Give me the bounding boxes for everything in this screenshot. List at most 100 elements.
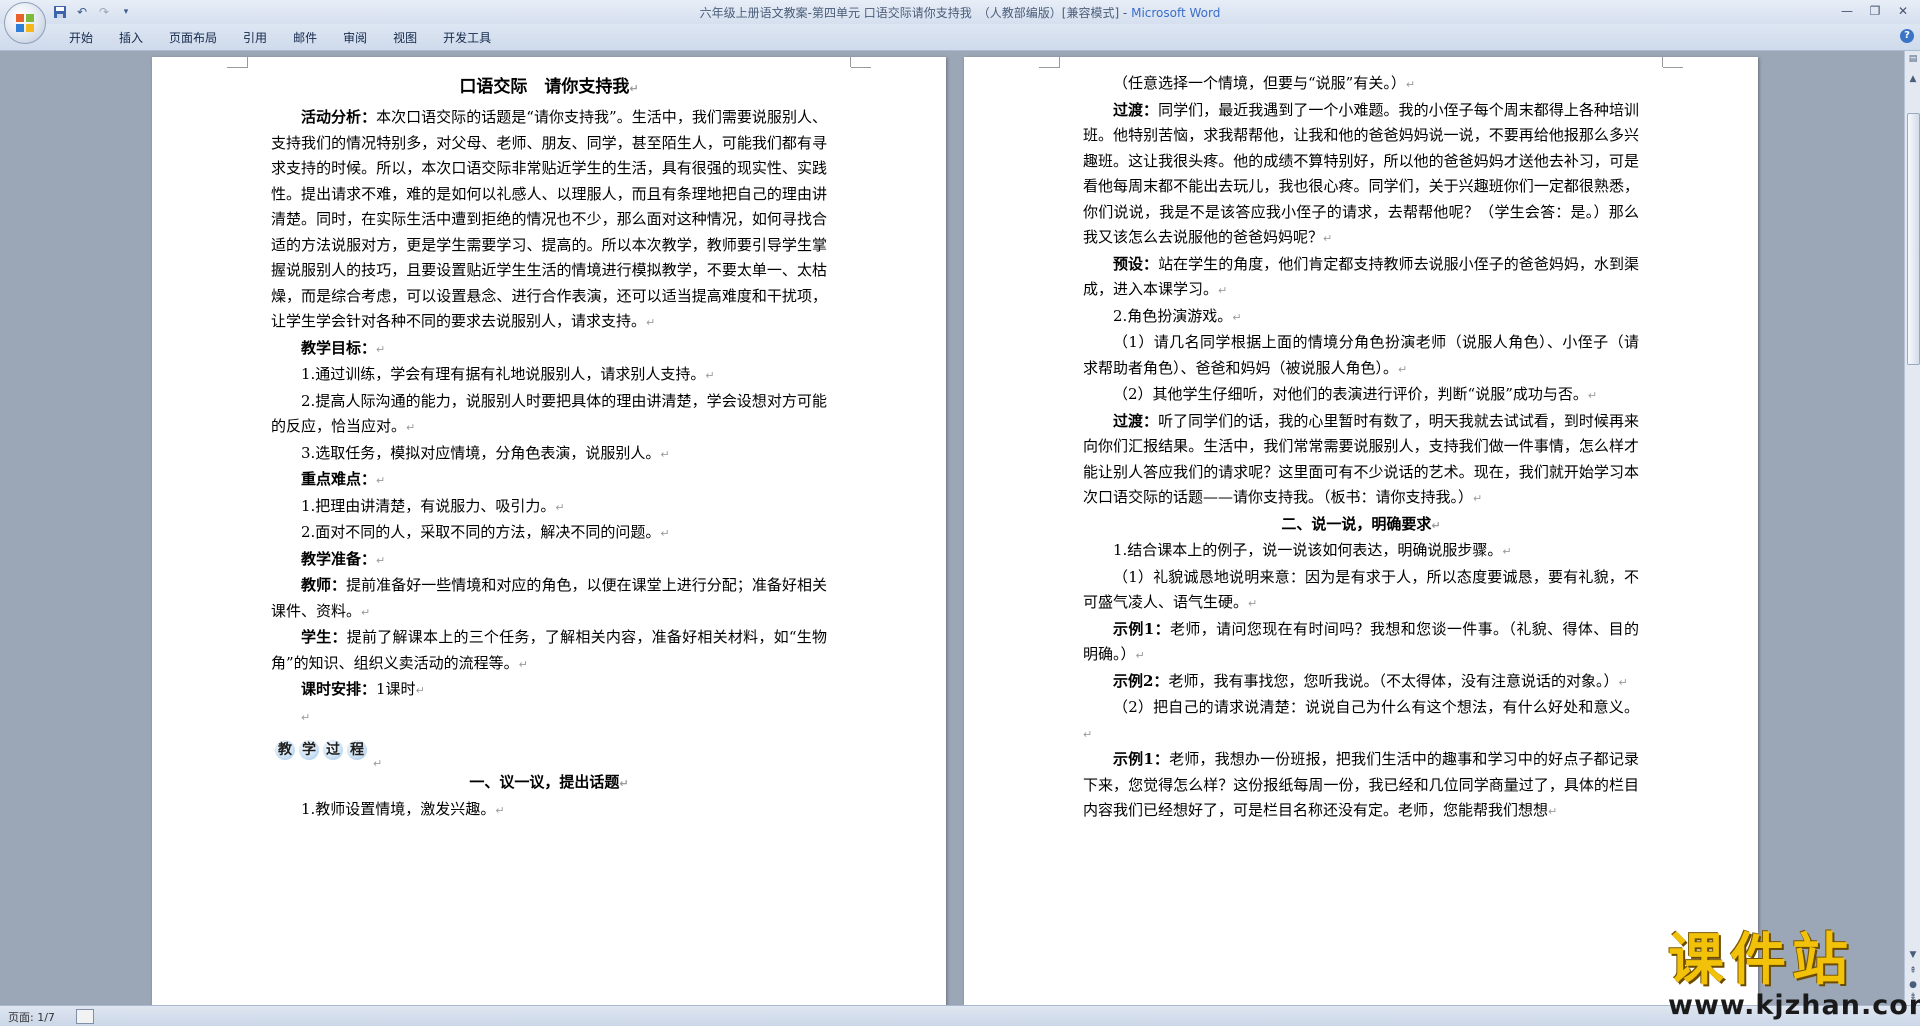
ribbon-tab[interactable]: 视图 — [380, 29, 430, 47]
paragraph: 预设：站在学生的角度，他们肯定都支持教师去说服小侄子的爸爸妈妈，水到渠成，进入本… — [1083, 252, 1639, 304]
document-title-heading: 口语交际 请你支持我↵ — [459, 77, 639, 97]
window-title: 六年级上册语文教案-第四单元 口语交际请你支持我 （人教部编版）[兼容模式] -… — [0, 4, 1920, 21]
ribbon-tab-bar: 开始 插入 页面布局 引用 邮件 审阅 视图 开发工具 ? — [0, 24, 1920, 51]
document-title: 六年级上册语文教案-第四单元 口语交际请你支持我 （人教部编版）[兼容模式] - — [699, 6, 1132, 20]
paragraph-mark: ↵ — [646, 316, 656, 329]
ribbon-tab[interactable]: 页面布局 — [156, 29, 230, 47]
paragraph-mark: ↵ — [406, 421, 416, 434]
paragraph-text: 3.选取任务，模拟对应情境，分角色表演，说服别人。 — [301, 443, 661, 462]
document-workspace: 口语交际 请你支持我↵ 活动分析：本次口语交际的话题是“请你支持我”。生活中，我… — [0, 51, 1904, 1005]
close-icon[interactable]: ✕ — [1890, 2, 1916, 20]
ruler-toggle-icon[interactable]: ▤ — [1907, 53, 1919, 65]
paragraph-text: 1.通过训练，学会有理有据有礼地说服别人，请求别人支持。 — [301, 365, 706, 383]
page-1-content: 口语交际 请你支持我↵ 活动分析：本次口语交际的话题是“请你支持我”。生活中，我… — [271, 71, 827, 823]
paragraph: 1.把理由讲清楚，有说服力、吸引力。↵ — [271, 494, 827, 521]
badge-characters: 教学过程 — [275, 740, 367, 760]
window-controls: — ❐ ✕ — [1834, 2, 1916, 20]
paragraph: 活动分析：本次口语交际的话题是“请你支持我”。生活中，我们需要说服别人、支持我们… — [271, 105, 827, 336]
paragraph: 示例1：老师，我想办一份班报，把我们生活中的趣事和学习中的好点子都记录下来，您觉… — [1083, 747, 1639, 825]
paragraph: 重点难点：↵ — [271, 467, 827, 494]
paragraph-mark: ↵ — [1548, 805, 1558, 818]
crop-mark — [1662, 57, 1663, 67]
paragraph-text: 站在学生的角度，他们肯定都支持教师去说服小侄子的爸爸妈妈，水到渠成，进入本课学习… — [1083, 254, 1639, 299]
page-2-paragraphs: （任意选择一个情境，但要与“说服”有关。）↵ 过渡：同学们，最近我遇到了一个小难题… — [1083, 71, 1639, 512]
paragraph: 1.结合课本上的例子，说一说该如何表达，明确说服步骤。↵ — [1083, 538, 1639, 565]
paragraph-mark: ↵ — [1248, 597, 1258, 610]
section-heading-text: 二、说一说，明确要求 — [1281, 514, 1432, 533]
ribbon-tab[interactable]: 邮件 — [280, 29, 330, 47]
scroll-down-icon[interactable]: ▼ — [1907, 949, 1919, 961]
paragraph: 学生：提前了解课本上的三个任务，了解相关内容，准备好相关材料，如“生物角”的知识… — [271, 625, 827, 677]
page-2-content: （任意选择一个情境，但要与“说服”有关。）↵ 过渡：同学们，最近我遇到了一个小难题… — [1083, 71, 1639, 825]
paragraph-label: 示例1： — [1113, 619, 1170, 638]
paragraph: 教学目标：↵ — [271, 336, 827, 363]
paragraph-mark: ↵ — [1218, 284, 1228, 297]
paragraph-label: 课时安排： — [301, 680, 377, 698]
badge-character: 程 — [347, 740, 367, 760]
status-bar: 页面: 1/7 — [0, 1005, 1920, 1026]
paragraph-text: 老师，我有事找您，您听我说。（不太得体，没有注意说话的对象。） — [1168, 671, 1619, 690]
page-indicator[interactable]: 页面: 1/7 — [8, 1009, 55, 1025]
paragraph-text: 同学们，最近我遇到了一个小难题。我的小侄子每个周末都得上各种培训班。他特别苦恼，… — [1083, 100, 1639, 247]
document-page-1[interactable]: 口语交际 请你支持我↵ 活动分析：本次口语交际的话题是“请你支持我”。生活中，我… — [152, 57, 946, 1005]
paragraph-text: 2.面对不同的人，采取不同的方法，解决不同的问题。 — [301, 523, 661, 541]
paragraph-label: 学生： — [301, 628, 347, 646]
paragraph-label: 教学目标： — [301, 338, 377, 357]
paragraph-text: 提前准备好一些情境和对应的角色，以便在课堂上进行分配；准备好相关课件、资料。 — [271, 576, 827, 620]
paragraph-mark: ↵ — [1135, 649, 1145, 662]
paragraph-mark: ↵ — [1083, 727, 1093, 741]
crop-mark — [1039, 67, 1059, 68]
paragraph: 过渡：听了同学们的话，我的心里暂时有数了，明天我就去试试看，到时候再来向你们汇报… — [1083, 409, 1639, 512]
paragraph: 示例1：老师，请问您现在有时间吗？我想和您谈一件事。（礼貌、得体、目的明确。）↵ — [1083, 617, 1639, 669]
ribbon-tab[interactable]: 审阅 — [330, 29, 380, 47]
paragraph: （1）请几名同学根据上面的情境分角色扮演老师（说服人角色）、小侄子（请求帮助者角… — [1083, 330, 1639, 382]
paragraph: （2）其他学生仔细听，对他们的表演进行评价，判断“说服”成功与否。↵ — [1083, 382, 1639, 409]
paragraph-text: 2.角色扮演游戏。 — [1113, 306, 1233, 325]
ribbon-tab[interactable]: 开发工具 — [430, 29, 504, 47]
proofing-status-icon[interactable] — [76, 1009, 94, 1024]
restore-icon[interactable]: ❐ — [1862, 2, 1888, 20]
ribbon-tab[interactable]: 引用 — [230, 29, 280, 47]
paragraph-mark: ↵ — [376, 474, 386, 487]
paragraph-mark: ↵ — [1398, 362, 1408, 376]
paragraph-text: 1.教师设置情境，激发兴趣。 — [301, 799, 496, 818]
paragraph-mark: ↵ — [1502, 545, 1512, 558]
page-2-paragraphs-continued: 1.结合课本上的例子，说一说该如何表达，明确说服步骤。↵ （1）礼貌诚恳地说明来意… — [1083, 538, 1639, 825]
previous-page-icon[interactable]: ⇞ — [1907, 965, 1919, 977]
ribbon-tabs: 开始 插入 页面布局 引用 邮件 审阅 视图 开发工具 — [56, 29, 504, 47]
paragraph-text: 1.把理由讲清楚，有说服力、吸引力。 — [301, 496, 556, 515]
paragraph-mark: ↵ — [1618, 675, 1628, 689]
scroll-thumb[interactable] — [1907, 113, 1920, 365]
paragraph: 1.通过训练，学会有理有据有礼地说服别人，请求别人支持。↵ — [271, 362, 827, 389]
paragraph-mark: ↵ — [705, 369, 715, 382]
crop-mark — [227, 67, 247, 68]
ribbon-tab[interactable]: 插入 — [106, 29, 156, 47]
paragraph-text: 听了同学们的话，我的心里暂时有数了，明天我就去试试看，到时候再来向你们汇报结果。… — [1083, 411, 1639, 507]
minimize-icon[interactable]: — — [1834, 2, 1860, 20]
paragraph-mark: ↵ — [518, 657, 528, 671]
paragraph-label: 教师： — [301, 576, 347, 594]
paragraph: （2）把自己的请求说清楚：说说自己为什么有这个想法，有什么好处和意义。 ↵ — [1083, 695, 1639, 747]
crop-mark — [1663, 67, 1683, 68]
badge-character: 学 — [299, 740, 319, 760]
paragraph: （1）礼貌诚恳地说明来意：因为是有求于人，所以态度要诚恳，要有礼貌，不可盛气凌人… — [1083, 565, 1639, 617]
scroll-up-icon[interactable]: ▲ — [1907, 73, 1919, 85]
paragraph-label: 过渡： — [1113, 100, 1159, 119]
paragraph: 1.教师设置情境，激发兴趣。↵ — [301, 799, 505, 818]
teaching-process-badge: 教学过程 ↵ — [271, 730, 827, 770]
crop-mark — [851, 67, 871, 68]
vertical-scrollbar[interactable]: ▤ ▲ ▼ ⇞ ● ⇟ — [1904, 51, 1920, 1005]
paragraph-text: 1.结合课本上的例子，说一说该如何表达，明确说服步骤。 — [1113, 541, 1503, 559]
crop-mark — [850, 57, 851, 67]
office-button[interactable] — [4, 2, 46, 44]
paragraph-label: 示例1： — [1113, 750, 1170, 768]
document-page-2[interactable]: （任意选择一个情境，但要与“说服”有关。）↵ 过渡：同学们，最近我遇到了一个小难题… — [964, 57, 1758, 1005]
ribbon-tab[interactable]: 开始 — [56, 29, 106, 47]
badge-character: 过 — [323, 740, 343, 760]
paragraph-text: （2）把自己的请求说清楚：说说自己为什么有这个想法，有什么好处和意义。 — [1113, 698, 1639, 716]
paragraph-mark: ↵ — [1473, 492, 1483, 505]
section-1-heading: 一、议一议，提出话题↵ — [469, 773, 629, 791]
badge-character: 教 — [275, 740, 295, 760]
paragraph: （任意选择一个情境，但要与“说服”有关。）↵ — [1083, 71, 1639, 98]
help-icon[interactable]: ? — [1900, 29, 1914, 43]
